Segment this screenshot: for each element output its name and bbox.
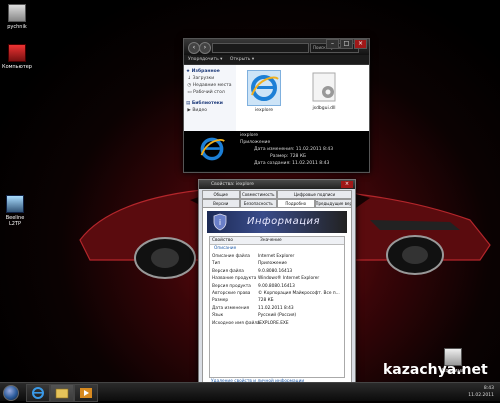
table-row[interactable]: Название продукта Windows® Internet Explo… [210, 275, 344, 282]
media-player-icon [80, 388, 92, 398]
minimize-button[interactable]: – [326, 39, 339, 49]
system-clock[interactable]: 8:43 11.02.2011 [468, 385, 494, 399]
property-value: 728 КБ [258, 298, 274, 304]
properties-titlebar[interactable]: Свойства: iexplore × [199, 180, 355, 189]
details-pane: iexplore Приложение Дата изменения: 11.0… [184, 131, 369, 171]
property-name: Авторские права [212, 290, 251, 296]
folder-icon [55, 388, 69, 399]
tab-general[interactable]: Общие [202, 190, 240, 199]
property-name: Исходное имя файла [212, 320, 260, 326]
table-row[interactable]: Версия продукта 9.00.8080.16413 [210, 283, 344, 290]
maximize-button[interactable]: □ [340, 39, 353, 49]
explorer-window[interactable]: ‹ › Поиск: System32 – □ × Упорядочить ▾ … [183, 38, 370, 173]
property-value: 9.00.8080.16413 [258, 283, 295, 289]
table-row[interactable]: Тип Приложение [210, 260, 344, 267]
navigation-pane: ★ Избранное ↓ Загрузки ◷ Недавние места … [184, 65, 236, 131]
property-name: Дата изменения [212, 305, 250, 311]
table-header: Свойство Значение [210, 237, 344, 245]
tabs-row-1: Общие Совместимость Цифровые подписи [199, 189, 355, 199]
open-button[interactable]: Открыть ▾ [230, 57, 254, 62]
network-connection-icon [6, 195, 24, 213]
start-button[interactable] [3, 385, 19, 401]
details-panel: i Информация Свойство Значение Описание … [202, 207, 352, 387]
tab-compatibility[interactable]: Совместимость [239, 190, 277, 199]
property-name: Описание файла [212, 254, 251, 259]
column-value[interactable]: Значение [258, 237, 282, 244]
column-property[interactable]: Свойство [210, 237, 258, 244]
property-value: Русский (Россия) [258, 313, 297, 319]
details-type: Приложение [240, 140, 271, 145]
desktop-icon-network[interactable]: Beeline L2TP [0, 195, 30, 227]
nav-item-recent[interactable]: ◷ Недавние места [186, 82, 234, 89]
property-name: Тип [212, 261, 221, 267]
tab-digital-signatures[interactable]: Цифровые подписи [277, 190, 352, 199]
desktop-icon-user[interactable]: pychnik [2, 4, 32, 30]
taskbar-media-button[interactable] [74, 384, 98, 402]
internet-explorer-icon [32, 387, 44, 399]
property-name: Название продукта [212, 276, 257, 282]
computer-icon [8, 44, 26, 62]
property-value: 11.02.2011 8:43 [258, 305, 294, 311]
address-bar[interactable] [212, 43, 309, 53]
file-list: iexplore jsdbgui.dll [236, 65, 369, 131]
internet-explorer-icon [247, 70, 281, 106]
info-banner: i Информация [207, 211, 347, 233]
forward-button[interactable]: › [199, 42, 211, 54]
details-ie-icon [198, 135, 226, 165]
folder-icon [8, 4, 26, 22]
property-name: Язык [212, 313, 224, 319]
organize-button[interactable]: Упорядочить ▾ [188, 57, 222, 62]
explorer-toolbar: Упорядочить ▾ Открыть ▾ [184, 55, 369, 65]
table-row[interactable]: Описание файла Internet Explorer [210, 253, 344, 260]
property-value: © Корпорация Майкрософт. Все п... [258, 290, 340, 296]
watermark: kazachya.net [383, 362, 488, 378]
table-row[interactable]: Дата изменения 11.02.2011 8:43 [210, 305, 344, 312]
table-row[interactable]: Размер 728 КБ [210, 297, 344, 304]
details-created: Дата создания: 11.02.2011 8:43 [254, 161, 330, 166]
property-name: Размер [212, 298, 229, 304]
taskbar-explorer-button[interactable] [50, 384, 74, 402]
dll-gear-icon [308, 70, 340, 104]
nav-item-desktop[interactable]: ▭ Рабочий стол [186, 89, 234, 96]
property-value: Internet Explorer [258, 254, 295, 259]
properties-dialog[interactable]: Свойства: iexplore × Общие Совместимость… [198, 179, 356, 389]
window-controls: – □ × [325, 39, 367, 49]
banner-title: Информация [247, 216, 321, 227]
group-description: Описание [214, 246, 237, 251]
table-row[interactable]: Версия файла 9.0.8080.16413 [210, 268, 344, 275]
tabs-row-2: Версии Безопасность Подробно Предыдущие … [199, 198, 355, 208]
nav-item-downloads[interactable]: ↓ Загрузки [186, 75, 234, 82]
properties-table: Свойство Значение Описание Описание файл… [209, 236, 345, 378]
property-value: Windows® Internet Explorer [258, 276, 320, 282]
table-row[interactable]: Язык Русский (Россия) [210, 312, 344, 319]
table-row[interactable]: Авторские права © Корпорация Майкрософт. … [210, 290, 344, 297]
property-value: 9.0.8080.16413 [258, 268, 293, 274]
details-name: iexplore [240, 133, 258, 138]
property-name: Версия файла [212, 268, 244, 274]
file-item-jsdbgui[interactable]: jsdbgui.dll [304, 70, 344, 111]
svg-text:i: i [219, 218, 221, 227]
details-size: Размер: 728 КБ [270, 154, 307, 159]
nav-favorites[interactable]: ★ Избранное [186, 68, 234, 75]
property-value: Приложение [258, 261, 287, 267]
nav-item-video[interactable]: ▶ Видео [186, 107, 234, 114]
explorer-titlebar[interactable]: ‹ › Поиск: System32 – □ × [184, 39, 369, 55]
close-button[interactable]: × [354, 39, 367, 49]
taskbar-ie-button[interactable] [26, 384, 50, 402]
nav-libraries[interactable]: ▤ Библиотеки [186, 100, 234, 107]
table-row[interactable]: Исходное имя файла IEXPLORE.EXE [210, 320, 344, 327]
close-button[interactable]: × [341, 181, 353, 188]
file-item-iexplore[interactable]: iexplore [244, 70, 284, 113]
property-value: IEXPLORE.EXE [258, 320, 289, 326]
details-modified: Дата изменения: 11.02.2011 8:43 [254, 147, 334, 152]
property-name: Версия продукта [212, 283, 251, 289]
desktop-icon-computer[interactable]: Компьютер [2, 44, 32, 70]
shield-icon: i [213, 213, 227, 231]
taskbar: 8:43 11.02.2011 [0, 382, 500, 402]
